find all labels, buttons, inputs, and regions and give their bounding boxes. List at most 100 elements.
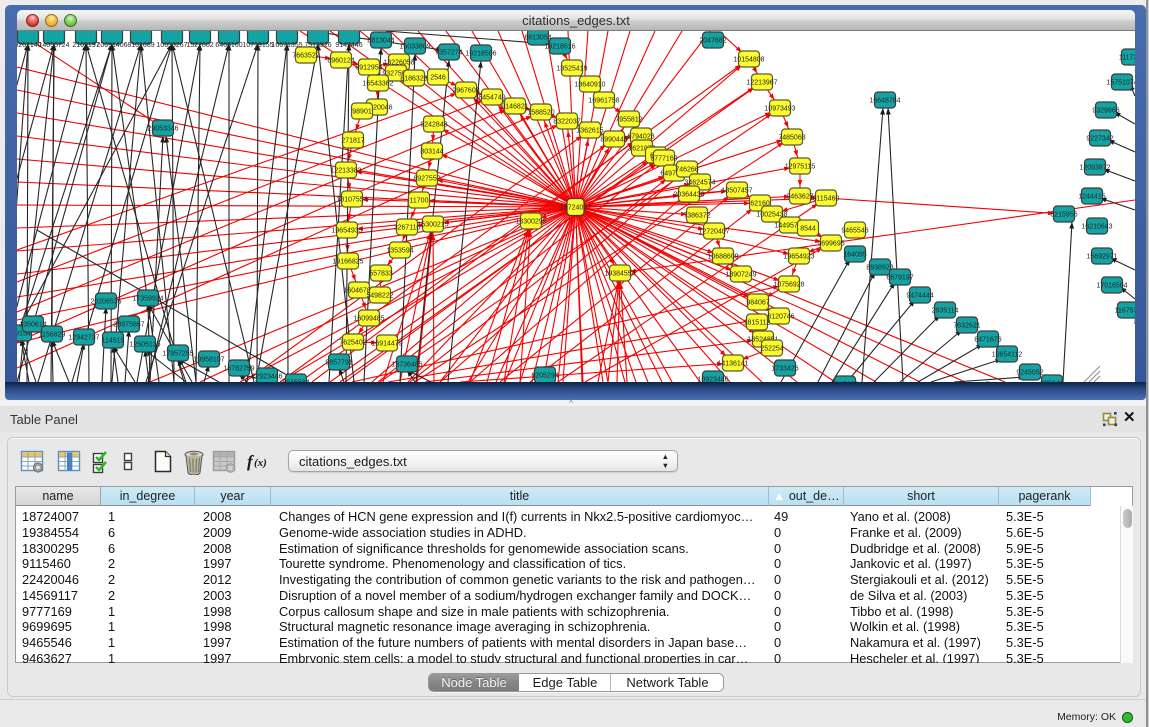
svg-text:13525419: 13525419	[556, 66, 587, 73]
svg-text:16782759: 16782759	[223, 366, 254, 373]
svg-text:29053346: 29053346	[147, 126, 178, 133]
svg-text:17016504: 17016504	[1096, 283, 1127, 290]
svg-text:19166825: 19166825	[332, 259, 363, 266]
svg-text:9245052: 9245052	[1016, 370, 1043, 377]
svg-text:803144: 803144	[420, 149, 443, 156]
svg-text:9777169: 9777169	[650, 156, 677, 163]
svg-text:18300295: 18300295	[515, 219, 546, 226]
svg-text:10973493: 10973493	[764, 106, 795, 113]
svg-text:18724007: 18724007	[560, 205, 591, 212]
svg-text:7632621: 7632621	[953, 323, 980, 330]
svg-text:8186323: 8186323	[400, 76, 427, 83]
svg-text:20691406: 20691406	[96, 42, 127, 49]
svg-text:18107554: 18107554	[336, 197, 367, 204]
svg-text:12505135: 12505135	[129, 342, 160, 349]
svg-text:10719155: 10719155	[242, 42, 273, 49]
svg-text:19218516: 19218516	[544, 44, 575, 51]
svg-text:9245033: 9245033	[831, 382, 858, 383]
svg-text:1117334: 1117334	[1119, 55, 1135, 62]
svg-text:1815112: 1815112	[744, 320, 771, 327]
svg-text:9115460: 9115460	[813, 196, 840, 203]
svg-text:14055724: 14055724	[38, 42, 69, 49]
svg-text:9146821: 9146821	[501, 104, 528, 111]
svg-text:2047682: 2047682	[699, 38, 726, 45]
svg-text:17957255: 17957255	[162, 351, 193, 358]
svg-text:19654923: 19654923	[783, 254, 814, 261]
svg-text:18640910: 18640910	[574, 82, 605, 89]
svg-text:2935114: 2935114	[932, 308, 959, 315]
svg-text:10756928: 10756928	[773, 282, 804, 289]
svg-text:16914479: 16914479	[371, 341, 402, 348]
svg-text:15751074: 15751074	[1106, 80, 1135, 87]
svg-text:114519: 114519	[102, 338, 125, 345]
svg-text:20364436: 20364436	[673, 192, 704, 199]
svg-text:16099485: 16099485	[353, 316, 384, 323]
svg-text:6205294: 6205294	[531, 373, 558, 380]
svg-text:1588520: 1588520	[527, 110, 554, 117]
svg-text:19218506: 19218506	[465, 51, 496, 58]
svg-text:12720407: 12720407	[698, 229, 729, 236]
svg-text:12923446: 12923446	[251, 374, 282, 381]
svg-text:7955812: 7955812	[615, 117, 642, 124]
svg-text:9474444: 9474444	[906, 293, 933, 300]
svg-text:1362615: 1362615	[576, 128, 603, 135]
svg-text:17359924: 17359924	[132, 296, 163, 303]
svg-text:252254: 252254	[760, 346, 783, 353]
svg-text:16648784: 16648784	[869, 98, 900, 105]
svg-text:9142446: 9142446	[335, 42, 362, 49]
svg-text:6679197: 6679197	[886, 275, 913, 282]
svg-text:9465546: 9465546	[841, 228, 868, 235]
svg-text:18507457: 18507457	[721, 188, 752, 195]
svg-text:16210643: 16210643	[1081, 224, 1112, 231]
svg-text:7663522: 7663522	[292, 53, 319, 60]
svg-text:19958107: 19958107	[193, 357, 224, 364]
svg-text:984067: 984067	[746, 300, 769, 307]
svg-text:8471676: 8471676	[974, 337, 1001, 344]
svg-text:10154808: 10154808	[733, 57, 764, 64]
svg-text:5498222: 5498222	[366, 293, 393, 300]
svg-text:7625402: 7625402	[339, 340, 366, 347]
svg-text:9463627: 9463627	[786, 194, 813, 201]
svg-text:12093872: 12093872	[1079, 165, 1110, 172]
svg-text:7485063: 7485063	[778, 135, 805, 142]
svg-text:9699695: 9699695	[817, 241, 844, 248]
svg-text:12213383: 12213383	[330, 168, 361, 175]
svg-text:98901: 98901	[352, 109, 372, 116]
svg-text:20206536: 20206536	[90, 299, 121, 306]
svg-text:8454749: 8454749	[478, 95, 505, 102]
svg-text:8912954: 8912954	[355, 65, 382, 72]
svg-text:12942737: 12942737	[68, 335, 99, 342]
svg-text:9857791: 9857791	[325, 360, 352, 367]
svg-text:557833: 557833	[369, 271, 392, 278]
svg-text:685641: 685641	[1040, 381, 1063, 383]
svg-text:746266: 746266	[675, 167, 698, 174]
svg-text:1733426: 1733426	[771, 366, 798, 373]
svg-text:8813044: 8813044	[367, 38, 394, 45]
svg-text:23975867: 23975867	[113, 322, 144, 329]
svg-text:7357274: 7357274	[435, 50, 462, 57]
svg-text:2546: 2546	[430, 75, 446, 82]
svg-text:19654935: 19654935	[331, 228, 362, 235]
svg-text:10654112: 10654112	[992, 352, 1023, 359]
svg-text:19384554: 19384554	[604, 271, 635, 278]
svg-text:12975115: 12975115	[785, 164, 816, 171]
svg-text:16543362: 16543362	[362, 81, 393, 88]
svg-text:8960124: 8960124	[327, 58, 354, 65]
svg-text:8322037: 8322037	[553, 119, 580, 126]
svg-text:1167534: 1167534	[1115, 308, 1135, 315]
svg-text:15692971: 15692971	[1086, 254, 1117, 261]
svg-text:15300215: 15300215	[417, 222, 448, 229]
svg-text:271817: 271817	[341, 138, 364, 145]
svg-text:1156829: 1156829	[39, 332, 66, 339]
svg-text:8015584: 8015584	[282, 380, 309, 383]
svg-text:12213967: 12213967	[746, 80, 777, 87]
svg-text:6466160: 6466160	[215, 42, 242, 49]
svg-text:16033809: 16033809	[399, 44, 430, 51]
svg-text:7386372: 7386372	[683, 213, 710, 220]
svg-text:164095: 164095	[843, 252, 866, 259]
svg-text:2967608: 2967608	[452, 88, 479, 95]
svg-text:14136141: 14136141	[717, 361, 748, 368]
svg-text:8927552: 8927552	[413, 176, 440, 183]
svg-text:8215956: 8215956	[1050, 212, 1077, 219]
svg-text:18907249: 18907249	[725, 272, 756, 279]
